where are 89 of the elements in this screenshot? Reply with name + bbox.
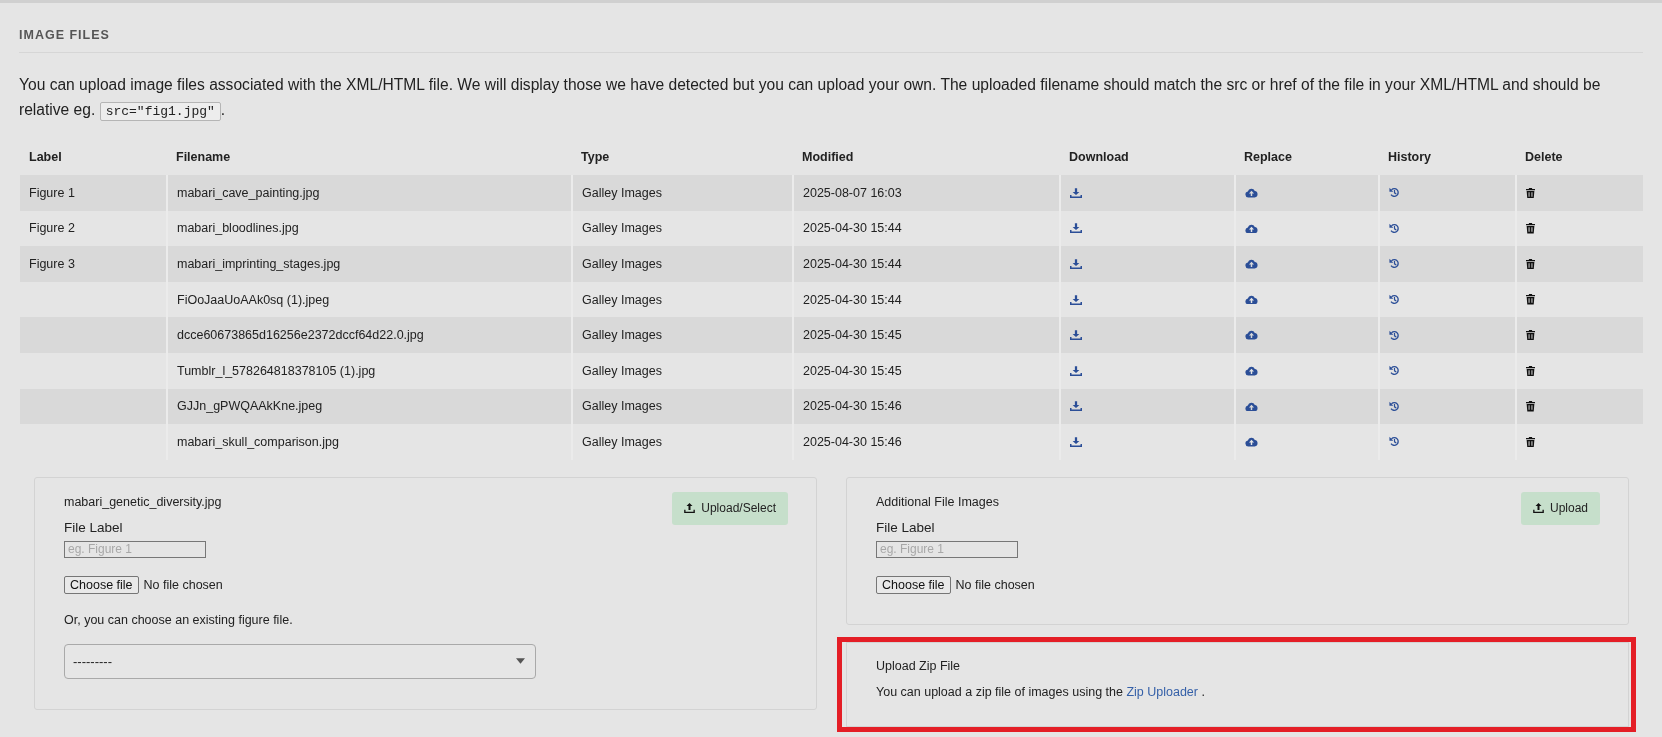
column-header: Filename bbox=[176, 150, 231, 164]
column-header: Modified bbox=[802, 150, 854, 164]
history-icon[interactable] bbox=[1389, 258, 1400, 270]
filename-text: GJJn_gPWQAAkKne.jpeg bbox=[177, 399, 323, 414]
column-header: Download bbox=[1069, 150, 1129, 164]
figure-select[interactable]: --------- bbox=[64, 643, 536, 679]
file-type: Galley Images bbox=[582, 328, 662, 343]
download-icon[interactable] bbox=[1070, 294, 1082, 305]
column-header: Type bbox=[581, 150, 610, 164]
history-icon[interactable] bbox=[1389, 222, 1400, 234]
trash-icon[interactable] bbox=[1526, 294, 1535, 305]
cloud-upload-icon[interactable] bbox=[1245, 294, 1258, 305]
modified-date: 2025-04-30 15:44 bbox=[803, 221, 902, 236]
trash-icon[interactable] bbox=[1526, 187, 1535, 199]
file-type: Galley Images bbox=[582, 185, 662, 200]
file-label-input[interactable]: eg. Figure 1 bbox=[64, 540, 206, 558]
filename-text: mabari_skull_comparison.jpg bbox=[177, 434, 339, 449]
column-header: History bbox=[1388, 150, 1432, 164]
cloud-upload-icon[interactable] bbox=[1245, 223, 1258, 234]
history-icon[interactable] bbox=[1389, 187, 1400, 199]
upload-button[interactable]: Upload bbox=[1520, 491, 1600, 525]
filename-text: FiOoJaaUoAAk0sq (1).jpeg bbox=[177, 292, 330, 307]
download-icon[interactable] bbox=[1070, 330, 1082, 341]
modified-date: 2025-04-30 15:44 bbox=[803, 257, 902, 271]
panel-title: mabari_genetic_diversity.jpg bbox=[64, 493, 222, 511]
modified-date: 2025-04-30 15:45 bbox=[803, 363, 902, 378]
history-icon[interactable] bbox=[1389, 436, 1400, 448]
figure-label: Figure 2 bbox=[29, 221, 75, 236]
field-label: File Label bbox=[64, 518, 123, 537]
cloud-upload-icon[interactable] bbox=[1245, 330, 1258, 340]
cloud-upload-icon[interactable] bbox=[1245, 259, 1258, 269]
trash-icon[interactable] bbox=[1526, 365, 1535, 376]
file-status: No file chosen bbox=[143, 577, 223, 592]
modified-date: 2025-04-30 15:46 bbox=[803, 434, 902, 449]
file-type: Galley Images bbox=[582, 363, 662, 378]
filename-text: dcce60673865d16256e2372dccf64d22.0.jpg bbox=[177, 328, 424, 343]
upload-icon bbox=[684, 503, 696, 514]
column-header: Replace bbox=[1244, 150, 1292, 164]
trash-icon[interactable] bbox=[1526, 436, 1535, 448]
file-status: No file chosen bbox=[955, 577, 1035, 592]
filename-text: mabari_bloodlines.jpg bbox=[177, 221, 299, 236]
download-icon[interactable] bbox=[1070, 187, 1082, 198]
modified-date: 2025-08-07 16:03 bbox=[803, 185, 902, 200]
file-type: Galley Images bbox=[582, 257, 662, 271]
download-icon[interactable] bbox=[1070, 365, 1082, 376]
column-header: Label bbox=[29, 150, 62, 164]
zip-uploader-link[interactable]: Zip Uploader bbox=[1126, 684, 1198, 699]
download-icon[interactable] bbox=[1070, 223, 1082, 234]
file-type: Galley Images bbox=[582, 221, 662, 236]
figure-label: Figure 1 bbox=[29, 185, 75, 200]
panel-title: Upload Zip File bbox=[876, 657, 962, 675]
modified-date: 2025-04-30 15:45 bbox=[803, 328, 902, 343]
file-type: Galley Images bbox=[582, 399, 662, 414]
file-type: Galley Images bbox=[582, 292, 662, 307]
choose-file-button[interactable]: Choose file bbox=[876, 575, 951, 594]
download-icon[interactable] bbox=[1070, 259, 1082, 269]
history-icon[interactable] bbox=[1389, 365, 1400, 377]
choose-file-button[interactable]: Choose file bbox=[64, 575, 139, 594]
cloud-upload-icon[interactable] bbox=[1245, 366, 1258, 376]
modified-date: 2025-04-30 15:44 bbox=[803, 292, 902, 307]
filename-text: mabari_cave_painting.jpg bbox=[177, 185, 320, 200]
intro-text: You can upload image files associated with the XML/HTML file. We will display those we have detected but you can upload your own. The uploaded filename should match the src or href of the file in your XML/HTML and should be relative eg. src="fig1.jpg" . bbox=[19, 75, 1602, 123]
filename-text: mabari_imprinting_stages.jpg bbox=[177, 257, 341, 271]
trash-icon[interactable] bbox=[1526, 401, 1535, 412]
modified-date: 2025-04-30 15:46 bbox=[803, 399, 902, 414]
panel-title: Additional File Images bbox=[876, 493, 999, 511]
cloud-upload-icon[interactable] bbox=[1245, 437, 1258, 447]
trash-icon[interactable] bbox=[1526, 329, 1535, 341]
hint-text: Or, you can choose an existing figure file. bbox=[64, 611, 293, 629]
caret-icon bbox=[516, 658, 525, 665]
cloud-upload-icon[interactable] bbox=[1245, 401, 1258, 412]
upload-button[interactable]: Upload/Select bbox=[672, 491, 788, 525]
filename-text: Tumblr_l_578264818378105 (1).jpg bbox=[177, 363, 376, 378]
cloud-upload-icon[interactable] bbox=[1245, 188, 1258, 198]
history-icon[interactable] bbox=[1389, 329, 1400, 341]
zip-instructions: You can upload a zip file of images using the Zip Uploader . bbox=[876, 683, 1206, 701]
download-icon[interactable] bbox=[1070, 401, 1082, 412]
section-heading: IMAGE FILES bbox=[19, 27, 111, 43]
column-header: Delete bbox=[1525, 150, 1563, 164]
figure-label: Figure 3 bbox=[29, 257, 75, 271]
trash-icon[interactable] bbox=[1526, 258, 1535, 270]
history-icon[interactable] bbox=[1389, 400, 1400, 412]
file-label-input[interactable]: eg. Figure 1 bbox=[876, 540, 1018, 558]
history-icon[interactable] bbox=[1389, 294, 1400, 306]
file-type: Galley Images bbox=[582, 434, 662, 449]
upload-icon bbox=[1532, 503, 1544, 514]
download-icon[interactable] bbox=[1070, 436, 1082, 447]
trash-icon[interactable] bbox=[1526, 223, 1535, 234]
field-label: File Label bbox=[876, 518, 935, 537]
